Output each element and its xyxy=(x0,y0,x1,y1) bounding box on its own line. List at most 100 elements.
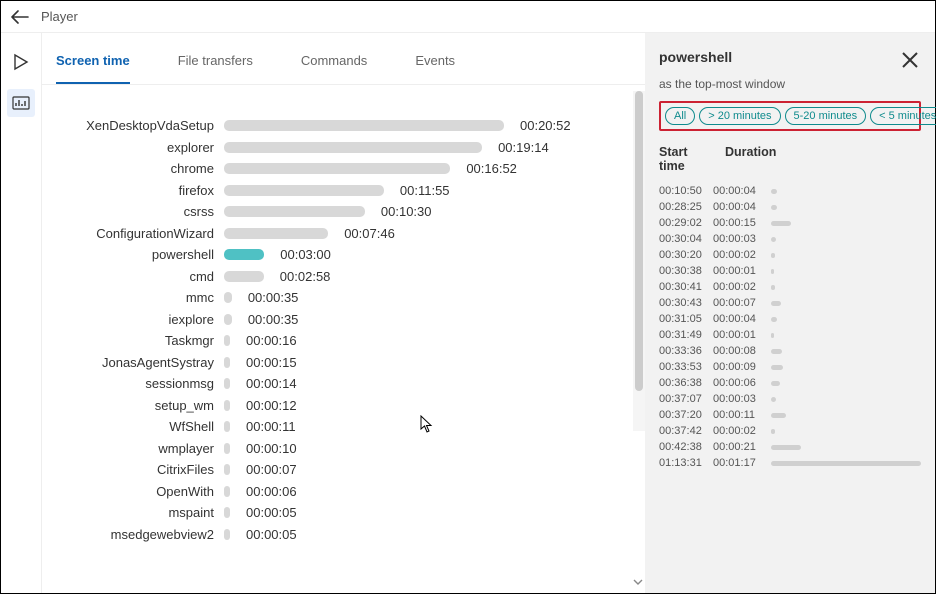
details-start: 00:29:02 xyxy=(659,217,713,229)
chart-row[interactable]: powershell00:03:00 xyxy=(42,244,625,266)
filter-gt20[interactable]: > 20 minutes xyxy=(699,107,780,125)
details-bar xyxy=(771,269,774,274)
details-start: 00:30:04 xyxy=(659,233,713,245)
details-duration: 00:00:04 xyxy=(713,201,767,213)
chart-row-label: XenDesktopVdaSetup xyxy=(42,118,224,133)
chart-row-duration: 00:00:06 xyxy=(246,484,297,499)
chart-row[interactable]: mspaint00:00:05 xyxy=(42,502,625,524)
details-duration: 00:01:17 xyxy=(713,457,767,469)
chart-row[interactable]: chrome00:16:52 xyxy=(42,158,625,180)
details-row[interactable]: 00:30:0400:00:03 xyxy=(659,231,921,247)
details-row[interactable]: 00:28:2500:00:04 xyxy=(659,199,921,215)
details-row[interactable]: 00:33:5300:00:09 xyxy=(659,359,921,375)
chart-row-bar xyxy=(224,163,450,174)
chart-row[interactable]: iexplore00:00:35 xyxy=(42,309,625,331)
chart-row[interactable]: firefox00:11:55 xyxy=(42,180,625,202)
chart-row-label: msedgewebview2 xyxy=(42,527,224,542)
details-row[interactable]: 00:30:4300:00:07 xyxy=(659,295,921,311)
scroll-down-icon[interactable] xyxy=(633,575,645,587)
details-row[interactable]: 00:30:3800:00:01 xyxy=(659,263,921,279)
details-row[interactable]: 00:10:5000:00:04 xyxy=(659,183,921,199)
scrollbar-track[interactable] xyxy=(633,91,645,431)
details-duration: 00:00:04 xyxy=(713,313,767,325)
filter-all[interactable]: All xyxy=(665,107,695,125)
details-row[interactable]: 00:31:0500:00:04 xyxy=(659,311,921,327)
details-row[interactable]: 00:37:4200:00:02 xyxy=(659,423,921,439)
chart-row[interactable]: cmd00:02:58 xyxy=(42,266,625,288)
details-row[interactable]: 00:31:4900:00:01 xyxy=(659,327,921,343)
tab-commands[interactable]: Commands xyxy=(301,53,367,84)
columns-header: Start time Duration xyxy=(659,145,921,173)
chart-row[interactable]: csrss00:10:30 xyxy=(42,201,625,223)
details-bar xyxy=(771,317,777,322)
filter-lt5[interactable]: < 5 minutes xyxy=(870,107,936,125)
details-subtitle: as the top-most window xyxy=(659,77,921,91)
details-duration: 00:00:01 xyxy=(713,329,767,341)
chart-row-label: setup_wm xyxy=(42,398,224,413)
chart-row[interactable]: mmc00:00:35 xyxy=(42,287,625,309)
chart-row-duration: 00:00:07 xyxy=(246,462,297,477)
content: Screen time File transfers Commands Even… xyxy=(41,33,935,593)
details-row[interactable]: 01:13:3100:01:17 xyxy=(659,455,921,471)
chart-row-bar xyxy=(224,378,230,389)
details-row[interactable]: 00:37:2000:00:11 xyxy=(659,407,921,423)
chart-row[interactable]: JonasAgentSystray00:00:15 xyxy=(42,352,625,374)
details-row[interactable]: 00:30:4100:00:02 xyxy=(659,279,921,295)
details-start: 00:28:25 xyxy=(659,201,713,213)
play-icon[interactable] xyxy=(10,51,32,73)
details-duration: 00:00:09 xyxy=(713,361,767,373)
chart-row-bar xyxy=(224,271,264,282)
details-row[interactable]: 00:29:0200:00:15 xyxy=(659,215,921,231)
tab-screen-time[interactable]: Screen time xyxy=(56,53,130,84)
details-start: 00:31:49 xyxy=(659,329,713,341)
scrollbar-thumb[interactable] xyxy=(635,91,643,391)
details-title: powershell xyxy=(659,49,732,65)
chart-row-label: mmc xyxy=(42,290,224,305)
close-icon[interactable] xyxy=(899,49,921,71)
details-start: 00:31:05 xyxy=(659,313,713,325)
chart-row[interactable]: setup_wm 00:00:12 xyxy=(42,395,625,417)
col-start-time: Start time xyxy=(659,145,713,173)
chart-row-label: CitrixFiles xyxy=(42,462,224,477)
details-bar xyxy=(771,221,791,226)
chart-row[interactable]: OpenWith00:00:06 xyxy=(42,481,625,503)
details-start: 01:13:31 xyxy=(659,457,713,469)
chart-row-label: ConfigurationWizard xyxy=(42,226,224,241)
details-duration: 00:00:11 xyxy=(713,409,767,421)
details-row[interactable]: 00:42:3800:00:21 xyxy=(659,439,921,455)
details-bar xyxy=(771,429,775,434)
chart-row[interactable]: Taskmgr00:00:16 xyxy=(42,330,625,352)
chart-row-bar xyxy=(224,228,328,239)
chart-row-duration: 00:00:05 xyxy=(246,527,297,542)
tab-file-transfers[interactable]: File transfers xyxy=(178,53,253,84)
details-row[interactable]: 00:33:3600:00:08 xyxy=(659,343,921,359)
details-row[interactable]: 00:30:2000:00:02 xyxy=(659,247,921,263)
filter-row: All > 20 minutes 5-20 minutes < 5 minute… xyxy=(659,101,921,131)
filter-5to20[interactable]: 5-20 minutes xyxy=(785,107,867,125)
details-duration: 00:00:01 xyxy=(713,265,767,277)
chart-row-label: WfShell xyxy=(42,419,224,434)
details-row[interactable]: 00:37:0700:00:03 xyxy=(659,391,921,407)
chart-row[interactable]: msedgewebview2 00:00:05 xyxy=(42,524,625,546)
chart-row-duration: 00:03:00 xyxy=(280,247,331,262)
chart-row-label: csrss xyxy=(42,204,224,219)
details-row[interactable]: 00:36:3800:00:06 xyxy=(659,375,921,391)
chart-row[interactable]: CitrixFiles 00:00:07 xyxy=(42,459,625,481)
chart-row[interactable]: explorer00:19:14 xyxy=(42,137,625,159)
stats-icon[interactable] xyxy=(7,89,35,117)
chart-row[interactable]: sessionmsg00:00:14 xyxy=(42,373,625,395)
back-arrow-icon[interactable] xyxy=(11,8,29,26)
chart-row-label: firefox xyxy=(42,183,224,198)
page-title: Player xyxy=(41,9,78,24)
chart-row-bar xyxy=(224,335,230,346)
chart-row[interactable]: wmplayer00:00:10 xyxy=(42,438,625,460)
chart-row-bar xyxy=(224,292,232,303)
tab-events[interactable]: Events xyxy=(415,53,455,84)
chart-row-bar xyxy=(224,142,482,153)
chart-row[interactable]: WfShell00:00:11 xyxy=(42,416,625,438)
chart-row[interactable]: ConfigurationWizard00:07:46 xyxy=(42,223,625,245)
details-bar xyxy=(771,205,777,210)
chart-row-duration: 00:00:12 xyxy=(246,398,297,413)
details-duration: 00:00:03 xyxy=(713,233,767,245)
chart-row[interactable]: XenDesktopVdaSetup00:20:52 xyxy=(42,115,625,137)
